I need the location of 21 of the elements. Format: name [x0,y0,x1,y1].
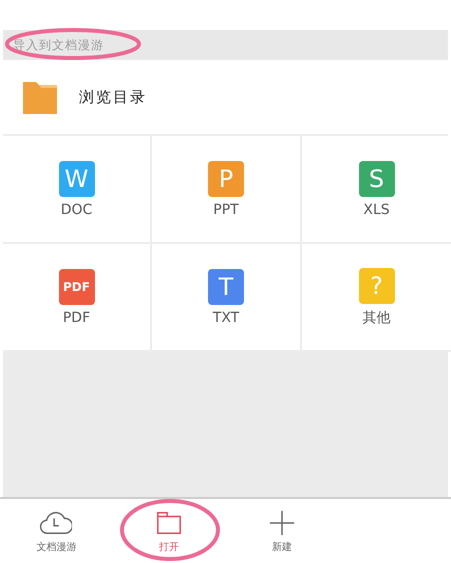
tab[interactable]: 打开 [112,499,226,563]
file-type-icon: S [358,160,394,196]
browse-row[interactable]: 浏览目录 [3,60,448,136]
file-type-icon: PDF [58,268,94,304]
section-title: 导入到文档漫游 [13,36,104,54]
file-type-icon: ? [358,268,394,304]
format-label: TXT [212,310,240,326]
file-type-icon: W [58,160,94,196]
tab[interactable]: 新建 [226,499,338,563]
format-label: PPT [213,202,239,218]
format-tile[interactable]: S XLS [302,136,451,244]
tab[interactable]: 文档漫游 [0,499,113,563]
browse-label: 浏览目录 [79,88,147,106]
format-label: PDF [62,310,90,326]
file-type-icon: P [208,160,244,196]
format-label: XLS [363,202,390,218]
format-tile[interactable]: P PPT [152,136,302,244]
format-label: DOC [60,202,92,218]
format-tile[interactable]: W DOC [3,136,152,244]
format-label: 其他 [362,308,390,326]
file-type-icon: T [208,268,244,304]
